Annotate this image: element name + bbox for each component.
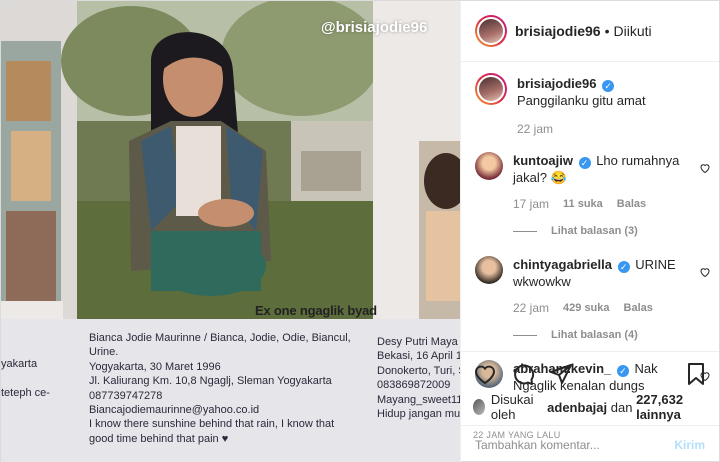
view-replies-label: Lihat balasan (4) xyxy=(551,329,638,341)
bio-line: 087739747278 xyxy=(89,389,163,402)
author-avatar[interactable] xyxy=(475,15,507,47)
comment-reply-button[interactable]: Balas xyxy=(624,300,653,317)
header-separator: • xyxy=(604,23,610,39)
bio-right-line: Bekasi, 16 April 1 xyxy=(377,350,460,363)
bio-right-line: Hidup jangan mu xyxy=(377,408,460,421)
comment-item: kuntoajiw ✓ Lho rumahnya jakal? 😂 17 jam… xyxy=(475,152,711,240)
liked-by-user[interactable]: adenbajaj xyxy=(547,400,607,415)
photo-bio-main: Bianca Jodie Maurinne / Bianca, Jodie, O… xyxy=(89,331,379,446)
caption-avatar[interactable] xyxy=(475,73,507,105)
view-replies-button[interactable]: Lihat balasan (4) xyxy=(513,327,689,344)
comment-reply-button[interactable]: Balas xyxy=(617,196,646,213)
share-paper-plane-icon[interactable] xyxy=(549,362,573,386)
bio-line: Bianca Jodie Maurinne / Bianca, Jodie, O… xyxy=(89,332,351,344)
liked-by-count[interactable]: 227,632 lainnya xyxy=(636,392,707,422)
bio-left-line xyxy=(1,371,61,385)
bio-line: Biancajodiemaurinne@yahoo.co.id xyxy=(89,404,260,417)
post-header: brisiajodie96 • Diikuti xyxy=(461,1,719,62)
comment-time[interactable]: 22 jam xyxy=(513,300,549,317)
bio-left-line: yakarta xyxy=(1,358,38,370)
comment-item: chintyagabriella ✓ URINE wkwowkw 22 jam … xyxy=(475,256,711,344)
liked-by-summary[interactable]: Disukai oleh adenbajaj dan 227,632 lainn… xyxy=(473,392,707,422)
comment-time[interactable]: 17 jam xyxy=(513,196,549,213)
bio-right-line: Mayang_sweet11 xyxy=(377,393,460,406)
comment-avatar[interactable] xyxy=(475,152,503,180)
comment-avatar[interactable] xyxy=(475,256,503,284)
bio-right-line: 083869872009 xyxy=(377,379,451,392)
verified-badge-icon: ✓ xyxy=(617,261,630,273)
bio-line: I know there sunshine behind that rain, … xyxy=(89,418,335,431)
comments-list: brisiajodie96 ✓ Panggilanku gitu amat 22… xyxy=(475,73,711,394)
photo-watermark: @brisiajodie96 xyxy=(321,19,428,36)
bio-line: Yogyakarta, 30 Maret 1996 xyxy=(89,360,221,373)
photo-bio-right: Desy Putri Maya Bekasi, 16 April 1 Donok… xyxy=(377,335,460,421)
action-icons xyxy=(473,358,707,390)
instagram-post-modal: @brisiajodie96 Ex one ngaglik byad yakar… xyxy=(0,0,720,462)
author-username[interactable]: brisiajodie96 xyxy=(515,23,601,39)
view-replies-label: Lihat balasan (3) xyxy=(551,225,638,237)
post-photo[interactable]: @brisiajodie96 Ex one ngaglik byad yakar… xyxy=(1,1,460,462)
caption-username[interactable]: brisiajodie96 xyxy=(517,76,596,91)
save-bookmark-icon[interactable] xyxy=(685,362,707,386)
view-replies-button[interactable]: Lihat balasan (3) xyxy=(513,223,689,240)
photo-bio-left: yakarta teteph ce- xyxy=(1,357,61,400)
comment-likes[interactable]: 429 suka xyxy=(563,300,609,317)
caption-text: Panggilanku gitu amat xyxy=(517,93,646,108)
bio-line: Jl. Kaliurang Km. 10,8 Ngaglj, Sleman Yo… xyxy=(89,375,332,388)
comment-username[interactable]: kuntoajiw xyxy=(513,153,573,168)
follow-status-button[interactable]: Diikuti xyxy=(614,23,652,39)
liked-by-connector: dan xyxy=(610,399,633,415)
liker-avatar[interactable] xyxy=(473,399,485,415)
post-comment-button[interactable]: Kirim xyxy=(674,438,705,452)
caption-time[interactable]: 22 jam xyxy=(517,121,553,138)
verified-badge-icon: ✓ xyxy=(602,80,615,92)
photo-overlay-caption: Ex one ngaglik byad xyxy=(255,303,377,318)
like-comment-heart-icon[interactable] xyxy=(699,162,711,174)
like-heart-icon[interactable] xyxy=(473,362,497,386)
bio-left-line: teteph ce- xyxy=(1,386,50,399)
add-comment-bar: Kirim xyxy=(461,425,719,462)
comment-bubble-icon[interactable] xyxy=(511,362,535,386)
comments-panel: brisiajodie96 • Diikuti brisiajodie96 ✓ … xyxy=(460,1,719,462)
like-comment-heart-icon[interactable] xyxy=(699,266,711,278)
add-comment-input[interactable] xyxy=(475,437,675,452)
post-caption: brisiajodie96 ✓ Panggilanku gitu amat 22… xyxy=(475,73,711,138)
bio-line: Urine. xyxy=(89,346,119,359)
comment-username[interactable]: chintyagabriella xyxy=(513,257,612,272)
bio-right-line: Desy Putri Maya xyxy=(377,336,458,348)
bio-right-line: Donokerto, Turi, S xyxy=(377,364,460,377)
verified-badge-icon: ✓ xyxy=(578,157,591,169)
comment-likes[interactable]: 11 suka xyxy=(563,196,603,213)
liked-by-prefix: Disukai oleh xyxy=(490,392,534,422)
bio-line: good time behind that pain ♥ xyxy=(89,432,229,445)
